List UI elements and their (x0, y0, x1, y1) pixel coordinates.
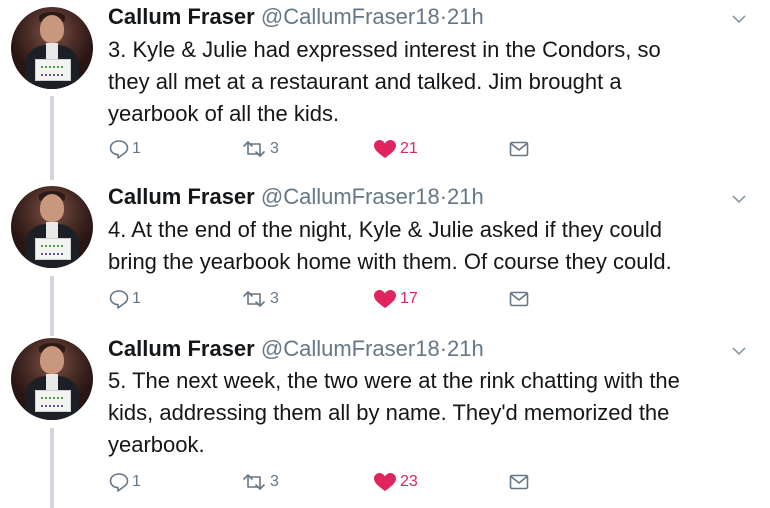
tweet-text: 5. The next week, the two were at the ri… (108, 365, 758, 461)
tweet-actions: 1 3 23 (108, 471, 548, 495)
display-name[interactable]: Callum Fraser (108, 4, 255, 29)
tweet-text-line: yearbook of all the kids. (108, 101, 340, 126)
chevron-down-icon[interactable] (732, 344, 746, 358)
tweet-text-line: they all met at a restaurant and talked.… (108, 69, 622, 94)
retweet-count: 3 (270, 290, 279, 307)
tweet-actions: 1 3 21 (108, 138, 548, 162)
reply-button[interactable]: 1 (108, 471, 141, 493)
retweet-icon (240, 471, 268, 493)
separator: · (439, 336, 448, 361)
reply-icon (108, 138, 130, 160)
tweet-text-line: yearbook. (108, 432, 205, 457)
message-button[interactable] (508, 471, 530, 493)
tweet[interactable]: Callum Fraser @CallumFraser18·21h 5. The… (0, 332, 770, 508)
envelope-icon (508, 288, 530, 310)
tweet-text-line: bring the yearbook home with them. Of co… (108, 249, 672, 274)
like-count: 23 (400, 473, 418, 490)
reply-icon (108, 471, 130, 493)
reply-button[interactable]: 1 (108, 138, 141, 160)
envelope-icon (508, 471, 530, 493)
tweet-header: Callum Fraser @CallumFraser18·21h (108, 184, 484, 210)
like-button[interactable]: 21 (372, 138, 418, 160)
tweet[interactable]: Callum Fraser @CallumFraser18·21h 4. At … (0, 180, 770, 330)
like-button[interactable]: 17 (372, 288, 418, 310)
chevron-down-icon[interactable] (732, 12, 746, 26)
reply-count: 1 (132, 473, 141, 490)
user-handle[interactable]: @CallumFraser18 (261, 4, 440, 29)
tweet-header: Callum Fraser @CallumFraser18·21h (108, 336, 484, 362)
avatar[interactable] (11, 338, 93, 420)
display-name[interactable]: Callum Fraser (108, 184, 255, 209)
retweet-button[interactable]: 3 (240, 288, 279, 310)
heart-icon (372, 138, 398, 160)
tweet-text: 3. Kyle & Julie had expressed interest i… (108, 34, 758, 130)
separator: · (439, 4, 448, 29)
chevron-down-icon[interactable] (732, 192, 746, 206)
reply-count: 1 (132, 140, 141, 157)
tweet-text-line: kids, addressing them all by name. They'… (108, 400, 670, 425)
separator: · (439, 184, 448, 209)
message-button[interactable] (508, 288, 530, 310)
retweet-icon (240, 138, 268, 160)
envelope-icon (508, 138, 530, 160)
timestamp[interactable]: 21h (447, 4, 484, 29)
reply-count: 1 (132, 290, 141, 307)
like-count: 17 (400, 290, 418, 307)
user-handle[interactable]: @CallumFraser18 (261, 336, 440, 361)
tweet[interactable]: Callum Fraser @CallumFraser18·21h 3. Kyl… (0, 0, 770, 172)
retweet-icon (240, 288, 268, 310)
like-count: 21 (400, 140, 418, 157)
avatar[interactable] (11, 186, 93, 268)
avatar[interactable] (11, 7, 93, 89)
reply-icon (108, 288, 130, 310)
message-button[interactable] (508, 138, 530, 160)
timestamp[interactable]: 21h (447, 336, 484, 361)
reply-button[interactable]: 1 (108, 288, 141, 310)
display-name[interactable]: Callum Fraser (108, 336, 255, 361)
tweet-actions: 1 3 17 (108, 288, 548, 312)
tweet-text-line: 3. Kyle & Julie had expressed interest i… (108, 37, 661, 62)
retweet-count: 3 (270, 140, 279, 157)
tweet-text-line: 4. At the end of the night, Kyle & Julie… (108, 217, 663, 242)
user-handle[interactable]: @CallumFraser18 (261, 184, 440, 209)
heart-icon (372, 288, 398, 310)
retweet-button[interactable]: 3 (240, 471, 279, 493)
tweet-header: Callum Fraser @CallumFraser18·21h (108, 4, 484, 30)
tweet-text-line: 5. The next week, the two were at the ri… (108, 368, 680, 393)
retweet-count: 3 (270, 473, 279, 490)
heart-icon (372, 471, 398, 493)
like-button[interactable]: 23 (372, 471, 418, 493)
tweet-text: 4. At the end of the night, Kyle & Julie… (108, 214, 758, 278)
timestamp[interactable]: 21h (447, 184, 484, 209)
retweet-button[interactable]: 3 (240, 138, 279, 160)
